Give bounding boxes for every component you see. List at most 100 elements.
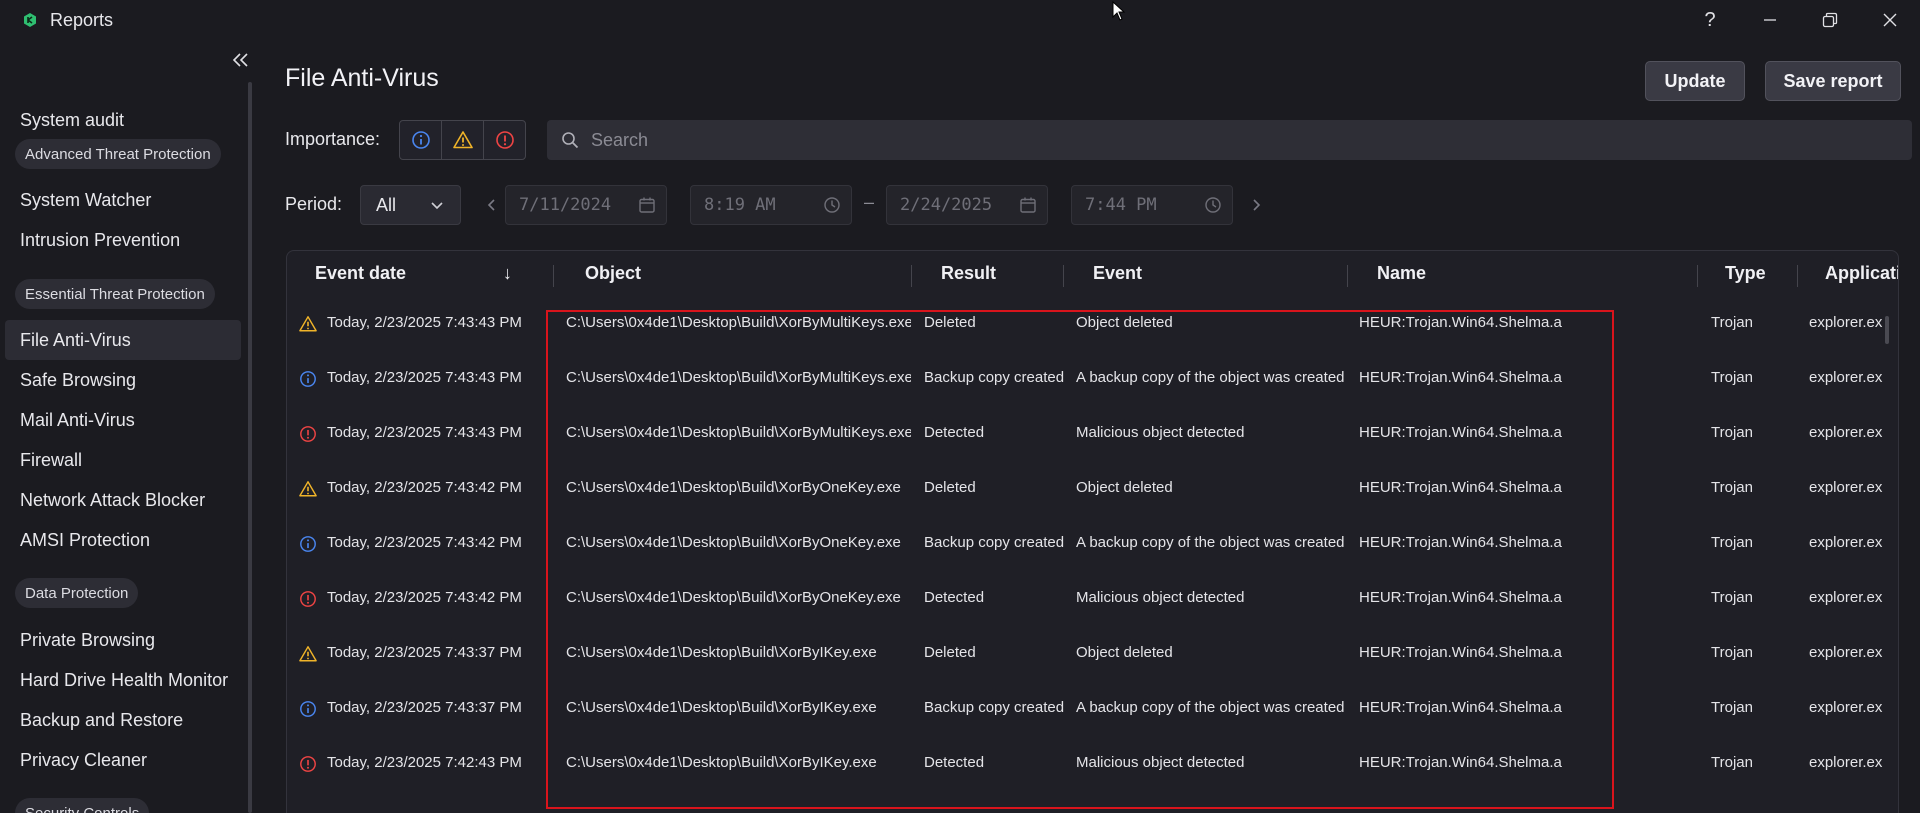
table-row[interactable]: Today, 2/23/2025 7:43:42 PM C:\Users\0x4d…: [287, 515, 1898, 570]
previous-period-button[interactable]: [482, 195, 502, 215]
cell-object: C:\Users\0x4de1\Desktop\Build\XorByMulti…: [566, 369, 911, 386]
sidebar-item-privacy-cleaner[interactable]: Privacy Cleaner: [5, 740, 241, 780]
save-report-button[interactable]: Save report: [1765, 61, 1901, 101]
cell-name: HEUR:Trojan.Win64.Shelma.a: [1359, 314, 1562, 331]
table-header: Event date ↓ Object Result Event Name Ty…: [287, 251, 1898, 295]
cell-event: A backup copy of the object was created: [1076, 699, 1345, 716]
cell-event-date: Today, 2/23/2025 7:43:43 PM: [327, 424, 522, 441]
search-box[interactable]: [547, 120, 1912, 160]
minimize-button[interactable]: [1740, 0, 1800, 40]
app-logo-icon: [24, 13, 36, 27]
cell-event-date: Today, 2/23/2025 7:43:42 PM: [327, 534, 522, 551]
cell-type: Trojan: [1711, 314, 1753, 331]
cell-application: explorer.exe: [1809, 479, 1883, 496]
search-icon: [562, 132, 579, 149]
column-divider[interactable]: [911, 265, 912, 287]
sidebar-scrollbar[interactable]: [248, 82, 252, 813]
time-to-field[interactable]: 7:44 PM: [1071, 185, 1233, 225]
sidebar-item-mail-anti-virus[interactable]: Mail Anti-Virus: [5, 400, 241, 440]
cell-application: explorer.exe: [1809, 589, 1883, 606]
date-to-field[interactable]: 2/24/2025: [886, 185, 1048, 225]
info-icon: [299, 370, 317, 388]
cell-event: Malicious object detected: [1076, 424, 1245, 441]
column-header-object[interactable]: Object: [585, 251, 641, 295]
column-divider[interactable]: [1063, 265, 1064, 287]
column-divider[interactable]: [1797, 265, 1798, 287]
sidebar-item-firewall[interactable]: Firewall: [5, 440, 241, 480]
cell-event-date: Today, 2/23/2025 7:43:43 PM: [327, 369, 522, 386]
date-range-separator: –: [864, 192, 875, 212]
cell-name: HEUR:Trojan.Win64.Shelma.a: [1359, 369, 1562, 386]
sidebar-item-file-anti-virus[interactable]: File Anti-Virus: [5, 320, 241, 360]
help-icon: ?: [1704, 8, 1716, 31]
table-row[interactable]: Today, 2/23/2025 7:43:37 PM C:\Users\0x4d…: [287, 625, 1898, 680]
cell-event: A backup copy of the object was created: [1076, 534, 1345, 551]
date-from-field[interactable]: 7/11/2024: [505, 185, 667, 225]
period-select-value: All: [376, 194, 397, 215]
title-bar: Reports ?: [0, 0, 1920, 40]
period-select[interactable]: All: [360, 185, 461, 225]
column-divider[interactable]: [1697, 265, 1698, 287]
table-row[interactable]: Today, 2/23/2025 7:43:43 PM C:\Users\0x4d…: [287, 405, 1898, 460]
time-from-field[interactable]: 8:19 AM: [690, 185, 852, 225]
table-row[interactable]: Today, 2/23/2025 7:43:43 PM C:\Users\0x4d…: [287, 295, 1898, 350]
help-button[interactable]: ?: [1680, 0, 1740, 40]
sidebar-item-intrusion-prevention[interactable]: Intrusion Prevention: [5, 220, 241, 260]
sidebar-item-system-audit[interactable]: System audit: [5, 100, 241, 140]
cell-object: C:\Users\0x4de1\Desktop\Build\XorByOneKe…: [566, 534, 901, 551]
restore-button[interactable]: [1800, 0, 1860, 40]
column-divider[interactable]: [553, 265, 554, 287]
column-header-application[interactable]: Applicati: [1825, 251, 1898, 295]
sidebar-item-system-watcher[interactable]: System Watcher: [5, 180, 241, 220]
importance-critical-toggle[interactable]: [483, 120, 526, 160]
mouse-cursor-icon: [1112, 1, 1126, 21]
search-input[interactable]: [591, 129, 1791, 151]
cell-result: Backup copy created: [924, 369, 1065, 386]
table-row[interactable]: Today, 2/23/2025 7:43:42 PM C:\Users\0x4d…: [287, 460, 1898, 515]
sort-descending-icon[interactable]: ↓: [503, 251, 512, 295]
table-row[interactable]: Today, 2/23/2025 7:43:37 PM C:\Users\0x4d…: [287, 680, 1898, 735]
cell-result: Detected: [924, 754, 985, 771]
update-button[interactable]: Update: [1645, 61, 1745, 101]
table-row[interactable]: Today, 2/23/2025 7:42:43 PM C:\Users\0x4d…: [287, 735, 1898, 790]
table-row[interactable]: Today, 2/23/2025 7:43:42 PM C:\Users\0x4d…: [287, 570, 1898, 625]
cell-application: explorer.exe: [1809, 369, 1883, 386]
sidebar-item-hard-drive-health-monitor[interactable]: Hard Drive Health Monitor: [5, 660, 241, 700]
sidebar-item-private-browsing[interactable]: Private Browsing: [5, 620, 241, 660]
sidebar-section-essential-threat-protection: Essential Threat Protection: [15, 279, 215, 309]
importance-info-toggle[interactable]: [399, 120, 442, 160]
sidebar-section-security-controls: Security Controls: [15, 798, 150, 813]
table-scrollbar[interactable]: [1885, 316, 1889, 344]
table-row[interactable]: Today, 2/23/2025 7:43:43 PM C:\Users\0x4d…: [287, 350, 1898, 405]
column-header-event-date[interactable]: Event date: [315, 251, 406, 295]
info-icon: [299, 535, 317, 553]
cell-event-date: Today, 2/23/2025 7:43:43 PM: [327, 314, 522, 331]
column-header-result[interactable]: Result: [941, 251, 996, 295]
column-header-name[interactable]: Name: [1377, 251, 1426, 295]
importance-filter: [399, 120, 526, 160]
cell-application: explorer.exe: [1809, 644, 1883, 661]
close-button[interactable]: [1860, 0, 1920, 40]
cell-event: Object deleted: [1076, 314, 1173, 331]
sidebar-item-network-attack-blocker[interactable]: Network Attack Blocker: [5, 480, 241, 520]
cell-type: Trojan: [1711, 589, 1753, 606]
sidebar-item-backup-and-restore[interactable]: Backup and Restore: [5, 700, 241, 740]
critical-icon: [495, 131, 514, 149]
cell-type: Trojan: [1711, 479, 1753, 496]
sidebar-item-safe-browsing[interactable]: Safe Browsing: [5, 360, 241, 400]
cell-result: Detected: [924, 589, 985, 606]
collapse-sidebar-button[interactable]: [228, 47, 254, 73]
critical-icon: [299, 590, 317, 608]
cell-result: Backup copy created: [924, 699, 1065, 716]
cell-name: HEUR:Trojan.Win64.Shelma.a: [1359, 479, 1562, 496]
cell-application: explorer.exe: [1809, 424, 1883, 441]
clock-icon: [824, 197, 840, 213]
sidebar-item-amsi-protection[interactable]: AMSI Protection: [5, 520, 241, 560]
column-header-type[interactable]: Type: [1725, 251, 1766, 295]
column-header-event[interactable]: Event: [1093, 251, 1142, 295]
cell-result: Deleted: [924, 479, 976, 496]
column-divider[interactable]: [1347, 265, 1348, 287]
next-period-button[interactable]: [1246, 195, 1266, 215]
importance-warning-toggle[interactable]: [441, 120, 484, 160]
cell-object: C:\Users\0x4de1\Desktop\Build\XorByIKey.…: [566, 699, 877, 716]
